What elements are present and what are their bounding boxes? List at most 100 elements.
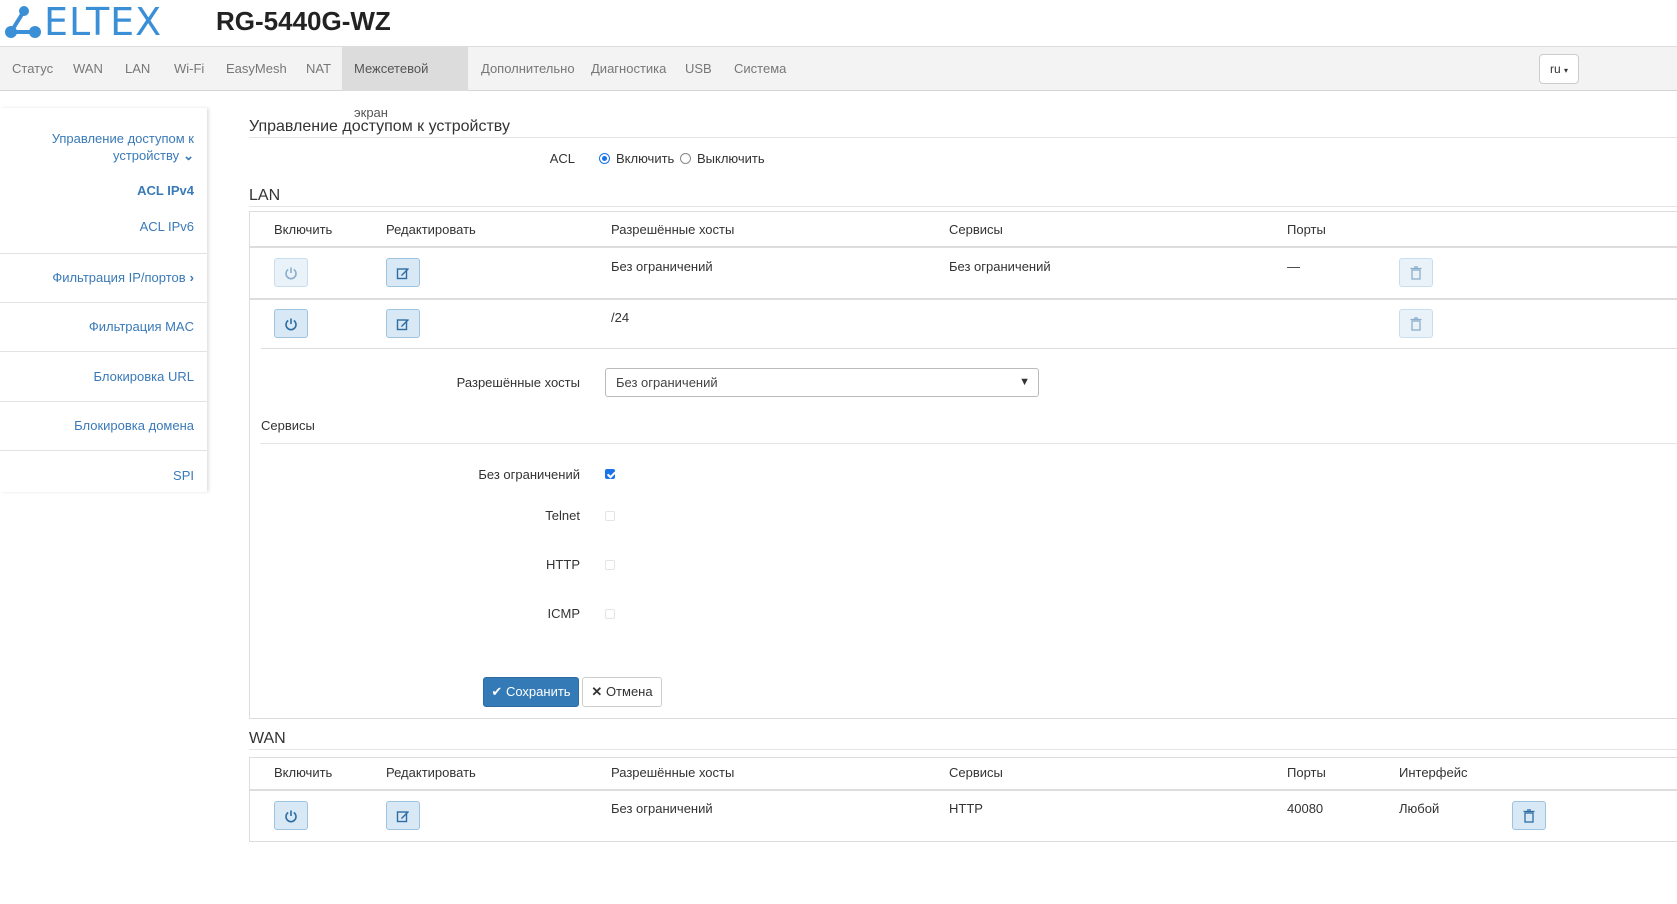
lan-row1-power-button[interactable] bbox=[274, 258, 308, 287]
acl-enable-radio[interactable] bbox=[599, 153, 610, 164]
cancel-button[interactable]: ✕ Отмена bbox=[582, 677, 662, 707]
wan-divider bbox=[249, 749, 1677, 750]
wan-acl-table: Включить Редактировать Разрешённые хосты… bbox=[249, 757, 1677, 842]
nav-status[interactable]: Статус bbox=[0, 47, 65, 91]
edit-icon bbox=[396, 318, 409, 330]
sidebar-group-domain: Блокировка домена bbox=[0, 402, 207, 451]
wan-row1-delete-button[interactable] bbox=[1512, 801, 1546, 830]
service-unlimited-label: Без ограничений bbox=[478, 467, 580, 482]
wan-row1-power-button[interactable] bbox=[274, 801, 308, 830]
save-button[interactable]: ✔ Сохранить bbox=[483, 677, 579, 707]
acl-label: ACL bbox=[549, 151, 575, 166]
nav-nat[interactable]: NAT bbox=[294, 47, 343, 91]
service-http-label: HTTP bbox=[546, 557, 580, 572]
service-http-checkbox[interactable] bbox=[605, 560, 615, 570]
main-nav: Статус WAN LAN Wi-Fi EasyMesh NAT Межсет… bbox=[0, 46, 1677, 120]
sidebar: Управление доступом к устройству ⌄ ACL IP… bbox=[0, 108, 207, 492]
nav-wifi[interactable]: Wi-Fi bbox=[162, 47, 216, 91]
lan-header-hosts: Разрешённые хосты bbox=[611, 222, 735, 237]
nav-usb[interactable]: USB bbox=[673, 47, 724, 91]
sidebar-group-spi: SPI bbox=[0, 451, 207, 492]
wan-header-divider bbox=[250, 789, 1677, 791]
sidebar-item-spi[interactable]: SPI bbox=[173, 467, 194, 484]
lan-divider bbox=[249, 206, 1677, 207]
lan-row1-edit-button[interactable] bbox=[386, 258, 420, 287]
hosts-select-value: Без ограничений bbox=[616, 375, 718, 390]
acl-disable-label[interactable]: Выключить bbox=[697, 151, 765, 166]
lan-row2-delete-button[interactable] bbox=[1399, 309, 1433, 338]
logo-icon bbox=[5, 6, 41, 38]
trash-icon bbox=[1410, 265, 1422, 280]
wan-row1-hosts: Без ограничений bbox=[611, 801, 713, 816]
close-icon: ✕ bbox=[591, 684, 603, 699]
nav-system[interactable]: Система bbox=[722, 47, 798, 91]
sidebar-item-ip-port-filter[interactable]: Фильтрация IP/портов › bbox=[52, 269, 194, 286]
acl-enable-label[interactable]: Включить bbox=[616, 151, 674, 166]
service-icmp-checkbox[interactable] bbox=[605, 609, 615, 619]
check-icon: ✔ bbox=[491, 684, 503, 699]
sidebar-item-url-block[interactable]: Блокировка URL bbox=[94, 368, 194, 385]
service-telnet-checkbox[interactable] bbox=[605, 511, 615, 521]
logo-text: ELTEX bbox=[44, 0, 163, 44]
service-telnet-label: Telnet bbox=[545, 508, 580, 523]
title-divider bbox=[249, 137, 1677, 138]
acl-disable-radio[interactable] bbox=[680, 153, 691, 164]
lan-row2-power-button[interactable] bbox=[274, 309, 308, 338]
lan-row2-edit-button[interactable] bbox=[386, 309, 420, 338]
wan-section-title: WAN bbox=[249, 730, 286, 747]
lan-row1-services: Без ограничений bbox=[949, 259, 1051, 274]
lan-section-title: LAN bbox=[249, 187, 281, 204]
hosts-select[interactable]: Без ограничений ▼ bbox=[605, 368, 1039, 397]
lan-header-services: Сервисы bbox=[949, 222, 1003, 237]
wan-header-interface: Интерфейс bbox=[1399, 765, 1468, 780]
sidebar-item-acl-ipv4[interactable]: ACL IPv4 bbox=[137, 182, 194, 199]
trash-icon bbox=[1410, 316, 1422, 331]
header: ELTEX RG-5440G-WZ bbox=[0, 0, 1677, 46]
sidebar-item-acl-ipv6[interactable]: ACL IPv6 bbox=[140, 218, 194, 235]
language-select[interactable]: ru ▾ bbox=[1539, 54, 1579, 84]
nav-advanced[interactable]: Дополнительно bbox=[469, 47, 587, 91]
lan-row1-delete-button[interactable] bbox=[1399, 258, 1433, 287]
services-title: Сервисы bbox=[261, 418, 315, 433]
hosts-field-label: Разрешённые хосты bbox=[456, 375, 580, 390]
sidebar-group-url: Блокировка URL bbox=[0, 352, 207, 402]
power-icon bbox=[285, 267, 297, 279]
wan-row1-edit-button[interactable] bbox=[386, 801, 420, 830]
lan-row1-ports: — bbox=[1287, 259, 1300, 274]
nav-wan[interactable]: WAN bbox=[61, 47, 115, 91]
nav-firewall[interactable]: Межсетевой экран bbox=[342, 47, 468, 120]
caret-down-icon: ▾ bbox=[1564, 66, 1569, 75]
sidebar-item-domain-block[interactable]: Блокировка домена bbox=[74, 417, 194, 434]
sidebar-item-label-line1: Управление доступом к bbox=[51, 131, 194, 146]
wan-row1-interface: Любой bbox=[1399, 801, 1440, 816]
nav-easymesh[interactable]: EasyMesh bbox=[214, 47, 299, 91]
sidebar-item-label-line2: устройству ⌄ bbox=[112, 148, 194, 163]
lan-row2-hosts: /24 bbox=[611, 310, 630, 325]
wan-header-services: Сервисы bbox=[949, 765, 1003, 780]
chevron-right-icon: › bbox=[189, 270, 194, 285]
sidebar-item-mac-filter[interactable]: Фильтрация MAC bbox=[89, 318, 194, 335]
nav-lan[interactable]: LAN bbox=[113, 47, 162, 91]
wan-header-enable: Включить bbox=[274, 765, 333, 780]
language-value: ru bbox=[1550, 62, 1561, 76]
trash-icon bbox=[1523, 808, 1535, 823]
wan-header-ports: Порты bbox=[1287, 765, 1326, 780]
wan-row1-services: HTTP bbox=[949, 801, 983, 816]
service-icmp-label: ICMP bbox=[547, 606, 581, 621]
sidebar-group-access: Управление доступом к устройству ⌄ ACL IP… bbox=[0, 108, 207, 254]
nav-diagnostics[interactable]: Диагностика bbox=[579, 47, 678, 91]
lan-acl-table: Включить Редактировать Разрешённые хосты… bbox=[249, 211, 1677, 719]
edit-icon bbox=[396, 810, 409, 822]
wan-row1-ports: 40080 bbox=[1287, 801, 1324, 816]
lan-row1-hosts: Без ограничений bbox=[611, 259, 713, 274]
wan-header-hosts: Разрешённые хосты bbox=[611, 765, 735, 780]
lan-edit-divider bbox=[261, 348, 1677, 349]
sidebar-item-access-control[interactable]: Управление доступом к устройству ⌄ bbox=[14, 130, 194, 164]
service-unlimited-checkbox[interactable] bbox=[605, 469, 615, 479]
page-title: Управление доступом к устройству bbox=[249, 118, 510, 135]
eltex-logo[interactable]: ELTEX bbox=[4, 0, 163, 44]
sidebar-group-ip-port: Фильтрация IP/портов › bbox=[0, 254, 207, 303]
lan-header-ports: Порты bbox=[1287, 222, 1326, 237]
power-icon bbox=[285, 318, 297, 330]
chevron-down-icon: ⌄ bbox=[183, 148, 194, 163]
